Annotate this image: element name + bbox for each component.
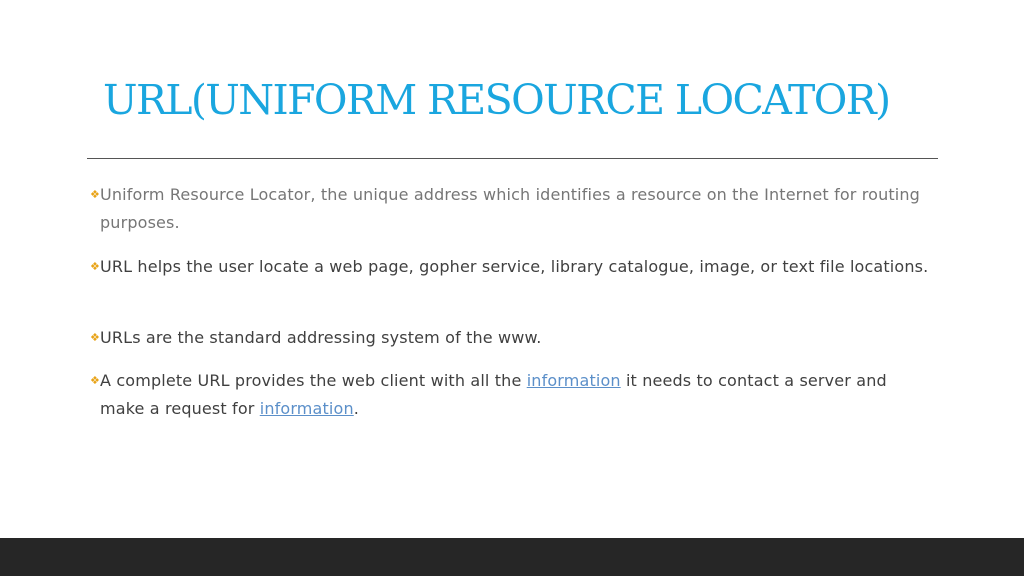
title-divider	[87, 158, 938, 159]
slide-title: URL(UNIFORM RESOURCE LOCATOR)	[103, 76, 891, 124]
bullet-text: URL helps the user locate a web page, go…	[100, 257, 929, 276]
bullet-item: ❖ A complete URL provides the web client …	[90, 367, 930, 423]
footer-bar	[0, 538, 1024, 576]
bullet-text: A complete URL provides the web client w…	[100, 371, 527, 390]
bullet-item: ❖ Uniform Resource Locator, the unique ad…	[90, 181, 930, 237]
bullet-text: Uniform Resource Locator, the unique add…	[100, 185, 920, 232]
bullet-item: ❖ URL helps the user locate a web page, g…	[90, 253, 930, 281]
information-link[interactable]: information	[260, 399, 354, 418]
bullet-text: .	[353, 399, 359, 418]
bullet-item: ❖ URLs are the standard addressing system…	[90, 324, 930, 352]
diamond-bullet-icon: ❖	[90, 331, 101, 344]
diamond-bullet-icon: ❖	[90, 374, 101, 387]
information-link[interactable]: information	[527, 371, 621, 390]
diamond-bullet-icon: ❖	[90, 260, 101, 273]
diamond-bullet-icon: ❖	[90, 188, 101, 201]
bullet-text: URLs are the standard addressing system …	[100, 328, 542, 347]
